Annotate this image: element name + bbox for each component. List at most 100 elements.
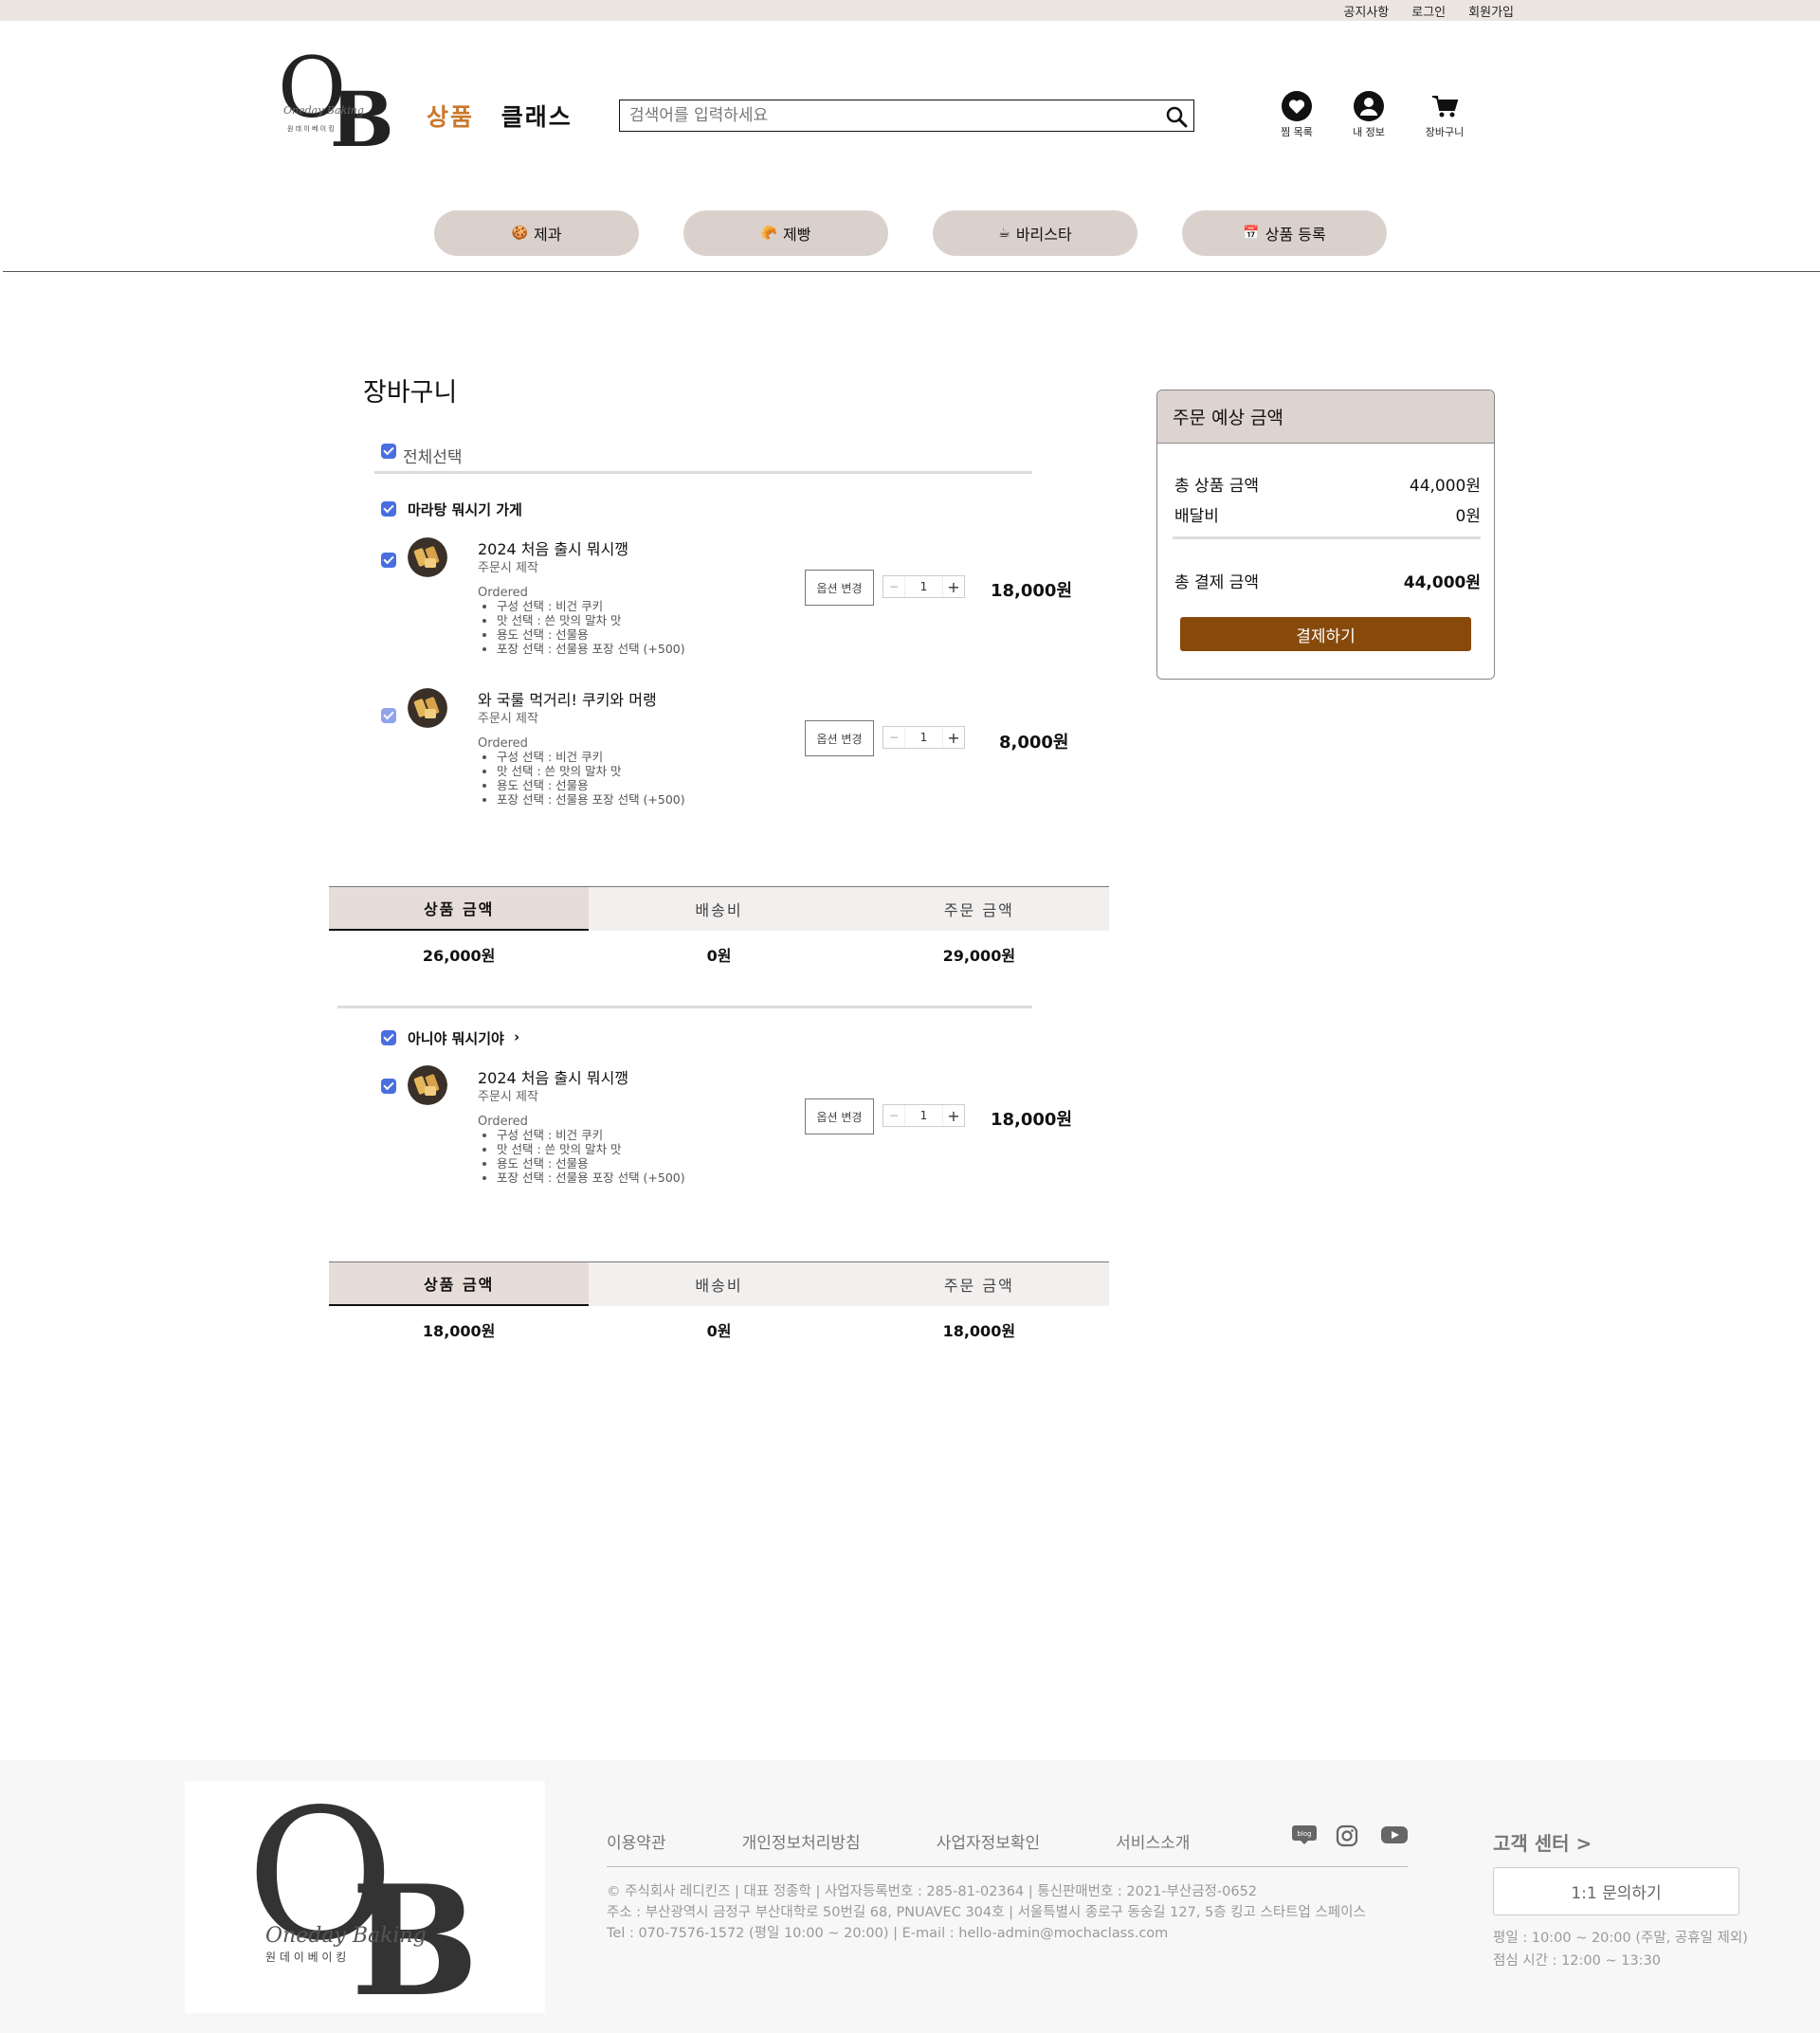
cart-label: 장바구니 [1425,126,1465,138]
total-product-label: 총 상품 금액 [1174,477,1260,496]
footer-logo: O B Oneday Baking 원 데 이 베 이 킹 [185,1770,545,2030]
product-subtitle: 주문시 제작 [478,712,538,726]
wishlist-button[interactable]: 찜 목록 [1268,91,1325,139]
svg-text:Oneday Baking: Oneday Baking [265,1924,427,1948]
summary-shipping-header: 배송비 [589,887,849,931]
search-bar [619,100,1194,132]
delivery-row: 배달비 0원 [1174,502,1481,526]
company-info: © 주식회사 레디킨즈 | 대표 정종학 | 사업자등록번호 : 285-81-… [607,1881,1366,1944]
decrease-button[interactable]: − [883,731,904,744]
option-item: 맛 선택 : 쓴 맛의 말차 맛 [497,764,685,778]
quantity-value[interactable]: 1 [904,727,943,748]
product-subtitle: 주문시 제작 [478,561,538,575]
option-change-button[interactable]: 옵션 변경 [805,1098,874,1134]
summary-header-row: 상품 금액 배송비 주문 금액 [329,886,1109,931]
instagram-icon[interactable] [1336,1824,1364,1847]
category-register[interactable]: 📅 상품 등록 [1182,210,1387,256]
youtube-icon[interactable] [1380,1824,1409,1847]
notice-link[interactable]: 공지사항 [1343,2,1389,20]
select-all-checkbox[interactable] [381,444,396,459]
category-barista[interactable]: ☕ 바리스타 [933,210,1138,256]
option-item: 맛 선택 : 쓴 맛의 말차 맛 [497,1142,685,1156]
option-list: 구성 선택 : 비건 쿠키 맛 선택 : 쓴 맛의 말차 맛 용도 선택 : 선… [478,1128,685,1185]
nav-class-tab[interactable]: 클래스 [501,103,573,131]
option-change-button[interactable]: 옵션 변경 [805,720,874,756]
product-thumbnail[interactable] [408,537,447,577]
total-product-row: 총 상품 금액 44,000원 [1174,472,1481,496]
summary-shipping-value: 0원 [706,947,732,965]
chevron-right-icon[interactable]: › [514,1028,519,1045]
option-change-button[interactable]: 옵션 변경 [805,570,874,606]
cart-icon [1429,91,1460,121]
increase-button[interactable]: + [943,729,964,747]
business-info-link[interactable]: 사업자정보확인 [937,1829,1040,1853]
product-name[interactable]: 2024 처음 출시 뭐시깽 [478,1065,628,1088]
service-intro-link[interactable]: 서비스소개 [1116,1829,1190,1853]
quantity-stepper: − 1 + [883,726,965,749]
order-summary-box: 주문 예상 금액 총 상품 금액 44,000원 배달비 0원 총 결제 금액 … [1156,390,1495,680]
option-item: 구성 선택 : 비건 쿠키 [497,599,685,613]
delivery-value: 0원 [1455,507,1481,526]
cart-button[interactable]: 장바구니 [1416,91,1473,139]
category-label: 제과 [533,226,562,244]
inquiry-button[interactable]: 1:1 문의하기 [1493,1867,1739,1915]
quantity-value[interactable]: 1 [904,1105,943,1126]
product-thumbnail[interactable] [408,1065,447,1105]
category-pastry[interactable]: 🍪 제과 [434,210,639,256]
signup-link[interactable]: 회원가입 [1468,2,1514,20]
top-utility-bar: 공지사항 로그인 회원가입 [0,0,1820,21]
option-item: 맛 선택 : 쓴 맛의 말차 맛 [497,613,685,627]
cs-hours: 평일 : 10:00 ~ 20:00 (주말, 공휴일 제외) [1493,1931,1748,1946]
ordered-label: Ordered [478,736,528,751]
svg-text:원 데 이 베 이 킹: 원 데 이 베 이 킹 [287,124,335,133]
item-price: 18,000원 [991,1110,1073,1130]
store-checkbox[interactable] [381,501,396,517]
store-summary-table: 상품 금액 배송비 주문 금액 26,000원 0원 29,000원 [329,886,1109,978]
privacy-link[interactable]: 개인정보처리방침 [742,1829,861,1853]
search-icon[interactable] [1165,105,1188,128]
nav-product-tab[interactable]: 상품 [427,103,474,131]
calendar-icon: 📅 [1243,226,1260,241]
option-item: 용도 선택 : 선물용 [497,1156,685,1171]
category-label: 상품 등록 [1265,226,1326,244]
product-name[interactable]: 2024 처음 출시 뭐시깽 [478,536,628,559]
order-summary-divider [1173,536,1481,539]
increase-button[interactable]: + [943,578,964,596]
myinfo-button[interactable]: 내 정보 [1340,91,1397,139]
product-thumbnail[interactable] [408,688,447,728]
footer-divider [607,1866,1408,1867]
option-item: 포장 선택 : 선물용 포장 선택 (+500) [497,792,685,807]
store-name[interactable]: 아니야 뭐시기야 [408,1028,504,1048]
item-checkbox[interactable] [381,1079,396,1094]
category-bakery[interactable]: 🥐 제빵 [683,210,888,256]
croissant-icon: 🥐 [760,226,777,241]
cookie-icon: 🍪 [511,226,528,241]
increase-button[interactable]: + [943,1107,964,1125]
checkout-button[interactable]: 결제하기 [1180,617,1471,651]
quantity-value[interactable]: 1 [904,576,943,597]
product-name[interactable]: 와 국룰 먹거리! 쿠키와 머랭 [478,687,657,710]
terms-link[interactable]: 이용약관 [607,1829,666,1853]
item-checkbox[interactable] [381,553,396,568]
delivery-label: 배달비 [1174,507,1219,526]
coffee-icon: ☕ [998,226,1010,241]
product-subtitle: 주문시 제작 [478,1090,538,1104]
decrease-button[interactable]: − [883,580,904,593]
blog-icon[interactable]: blog [1291,1824,1320,1847]
total-pay-value: 44,000원 [1403,573,1481,592]
summary-header-row: 상품 금액 배송비 주문 금액 [329,1262,1109,1306]
store-summary-table: 상품 금액 배송비 주문 금액 18,000원 0원 18,000원 [329,1262,1109,1353]
site-logo[interactable]: O B Oneday Baking 원 데 이 베 이 킹 [278,39,394,164]
cart-title: 장바구니 [363,378,458,408]
summary-product-value: 26,000원 [422,947,496,965]
decrease-button[interactable]: − [883,1109,904,1122]
search-input[interactable] [629,104,1141,127]
myinfo-label: 내 정보 [1353,126,1385,138]
wishlist-label: 찜 목록 [1281,126,1313,138]
item-checkbox[interactable] [381,708,396,723]
item-price: 18,000원 [991,581,1073,601]
store-checkbox[interactable] [381,1030,396,1045]
login-link[interactable]: 로그인 [1411,2,1446,20]
customer-center-link[interactable]: 고객 센터 > [1493,1828,1592,1856]
footer-links: 이용약관 개인정보처리방침 사업자정보확인 서비스소개 [607,1829,1190,1853]
